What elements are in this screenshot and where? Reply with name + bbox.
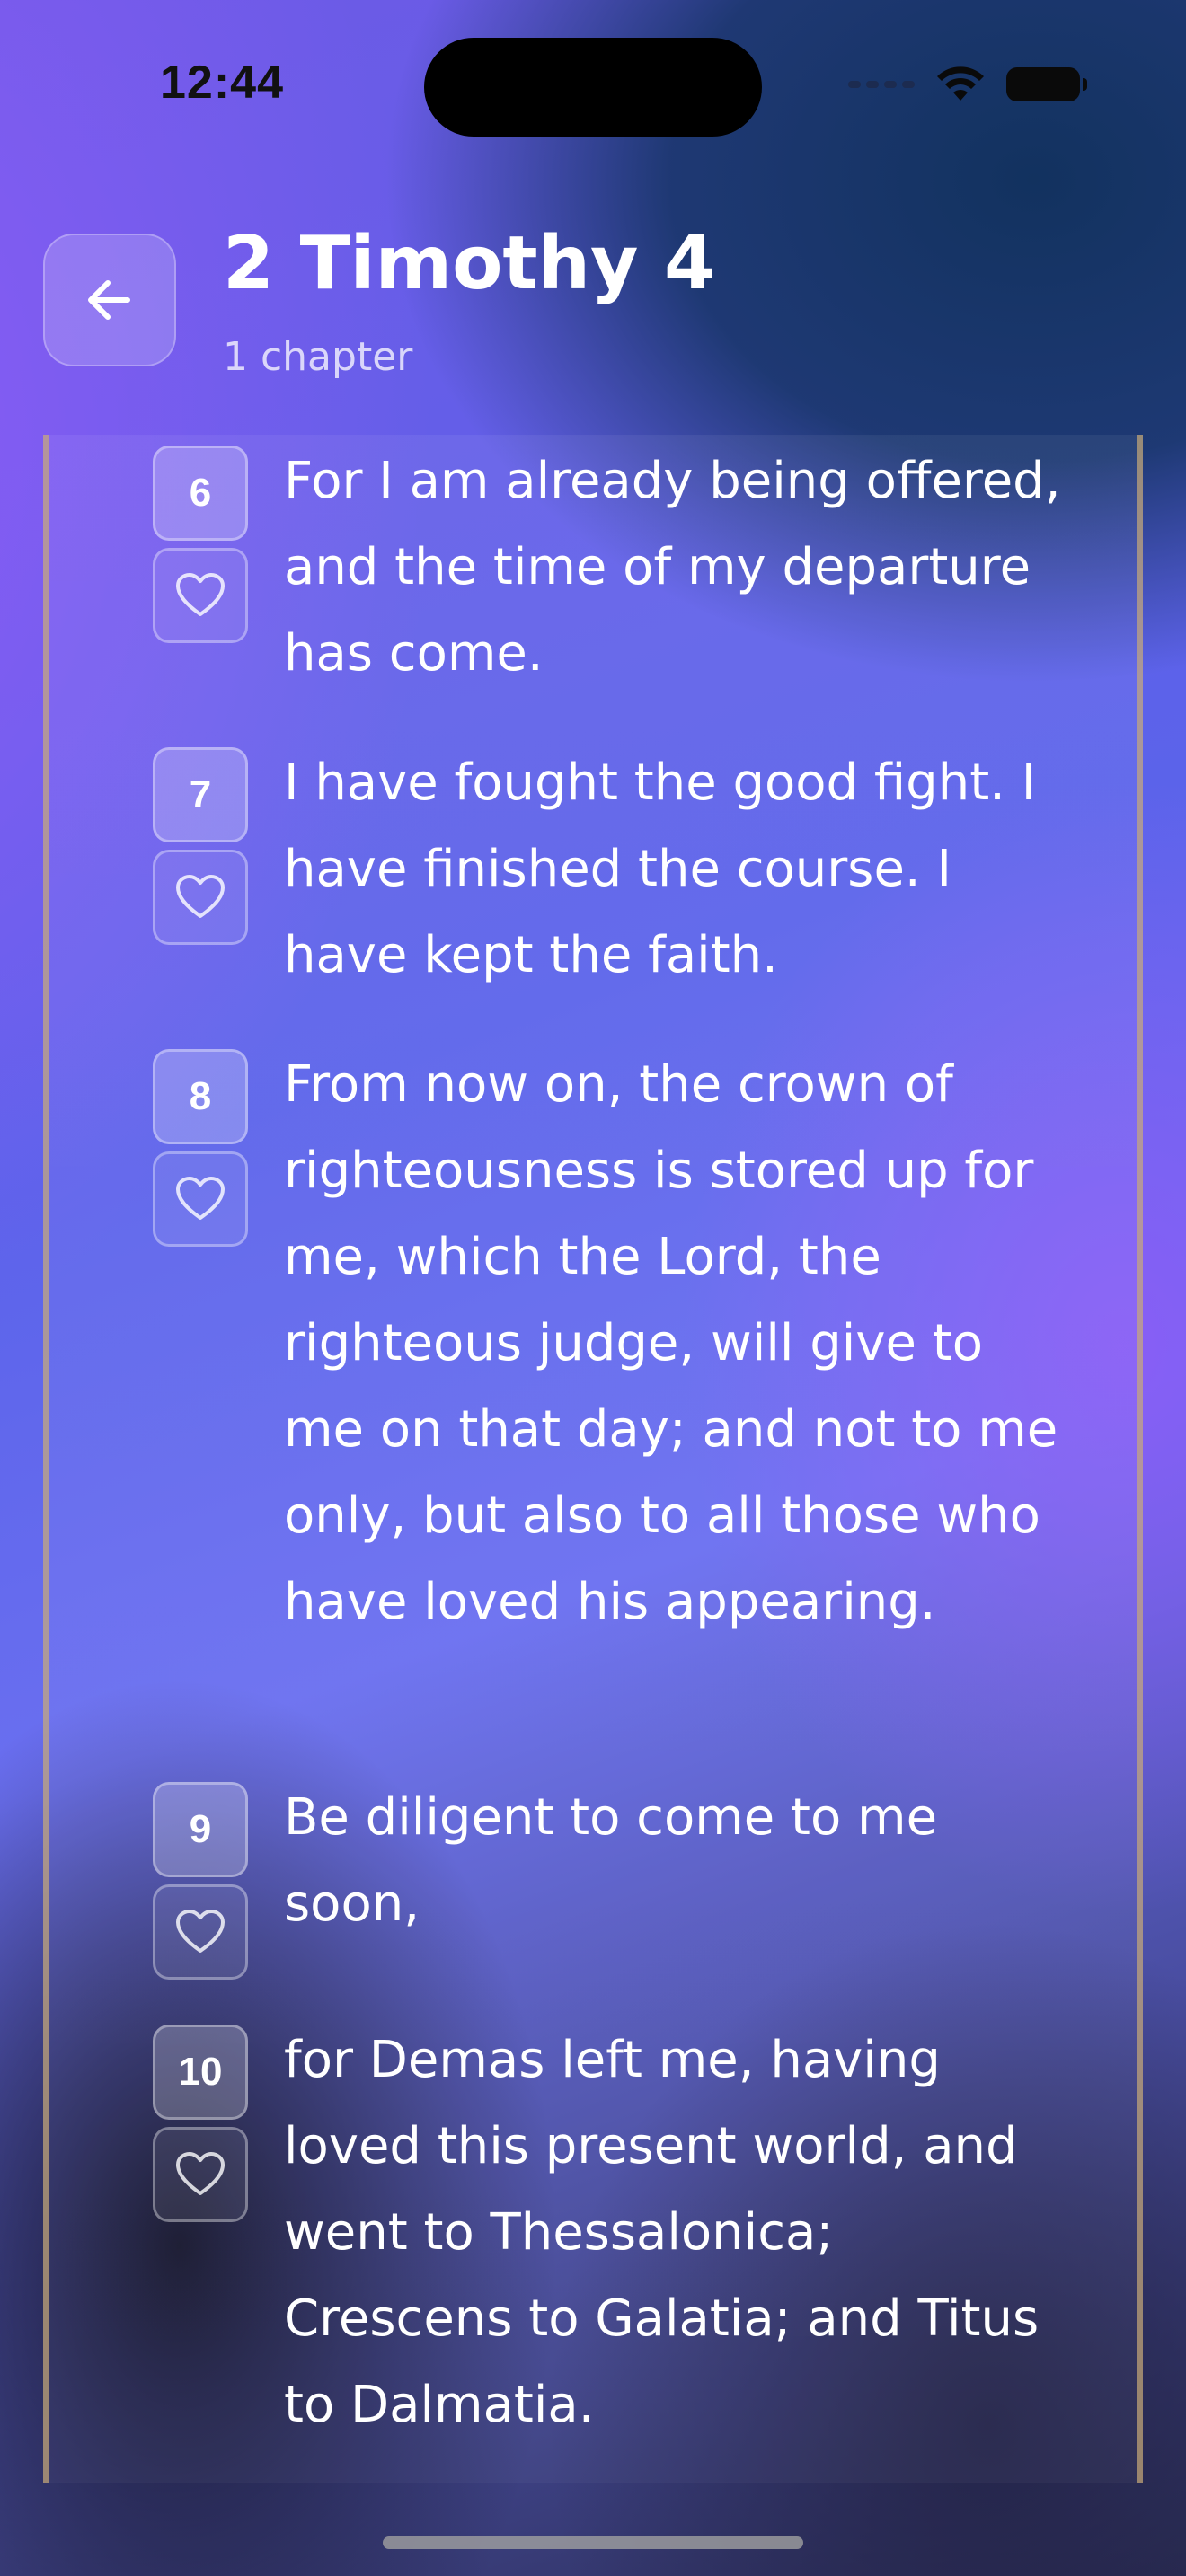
cellular-signal-icon (848, 81, 915, 88)
verse-text: I have fought the good fight. I have fin… (284, 754, 1037, 984)
verse-number: 7 (153, 747, 248, 842)
arrow-left-icon (88, 280, 130, 320)
verse-text: From now on, the crown of righteousness … (284, 1055, 1058, 1631)
wifi-icon (937, 66, 984, 101)
heart-icon (176, 573, 225, 616)
dynamic-island (424, 38, 762, 137)
app-screen: 12:44 2 Timothy 4 1 chapter 6 For I am a… (0, 0, 1186, 2576)
verse-text: For I am already being offered, and the … (284, 452, 1061, 683)
favorite-button[interactable] (153, 850, 248, 945)
heart-icon (176, 875, 225, 918)
verse-number: 6 (153, 446, 248, 541)
verse-list[interactable]: 6 For I am already being offered, and th… (43, 435, 1143, 2483)
heart-icon (176, 1177, 225, 1220)
verse-number: 8 (153, 1049, 248, 1144)
back-button[interactable] (43, 234, 176, 366)
page-subtitle: 1 chapter (223, 334, 413, 380)
verse-number: 9 (153, 1782, 248, 1877)
favorite-button[interactable] (153, 2127, 248, 2222)
heart-icon (176, 1910, 225, 1953)
favorite-button[interactable] (153, 1884, 248, 1980)
home-indicator[interactable] (383, 2536, 803, 2549)
favorite-button[interactable] (153, 1151, 248, 1247)
heart-icon (176, 2152, 225, 2195)
favorite-button[interactable] (153, 548, 248, 643)
verse-number: 10 (153, 2025, 248, 2120)
status-time: 12:44 (160, 57, 284, 109)
verse-text: Be diligent to come to me soon, (284, 1788, 938, 1933)
status-indicators (848, 65, 1087, 104)
page-title: 2 Timothy 4 (223, 221, 716, 306)
verse-text: for Demas left me, having loved this pre… (284, 2031, 1040, 2434)
battery-icon (1006, 67, 1087, 101)
